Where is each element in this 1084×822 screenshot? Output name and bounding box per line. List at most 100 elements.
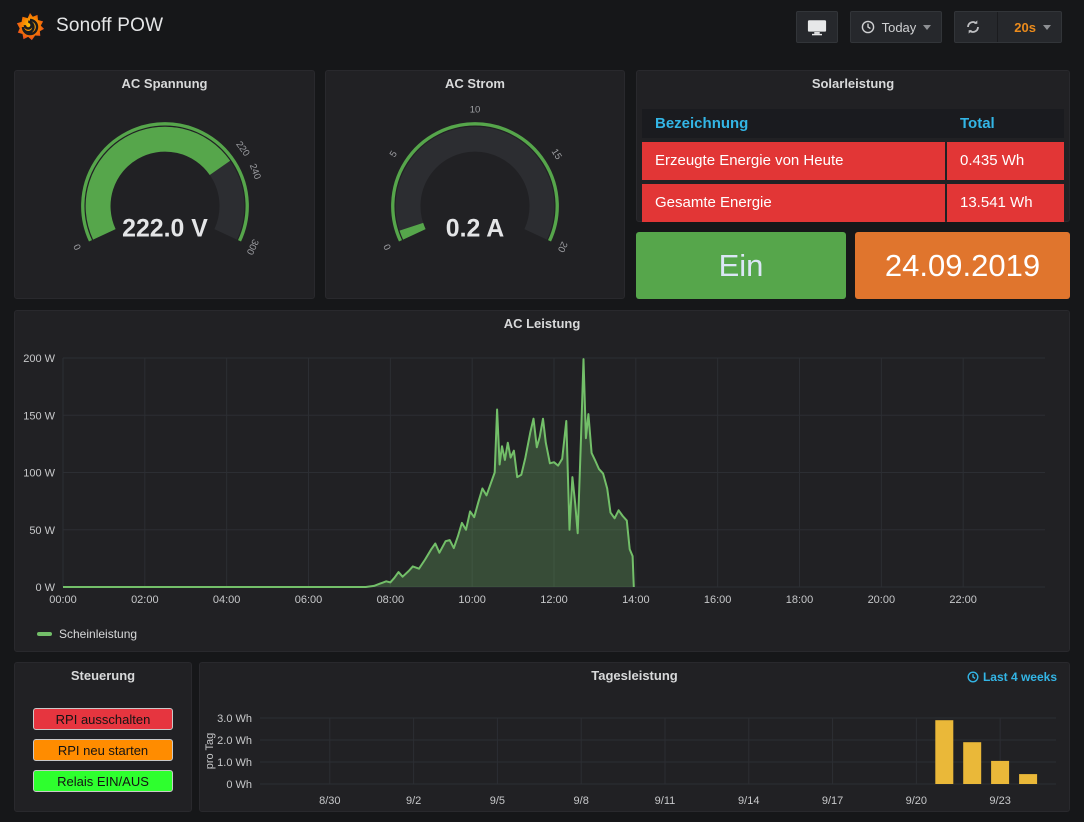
x-tick-label: 9/23 <box>989 795 1010 807</box>
header-controls: Today 20s <box>796 11 1062 43</box>
grafana-logo-icon[interactable] <box>15 12 45 42</box>
chevron-down-icon <box>923 25 931 30</box>
refresh-interval-dropdown[interactable]: 20s <box>1014 20 1051 35</box>
rpi-restart-button[interactable]: RPI neu starten <box>33 739 173 761</box>
y-tick-label: 200 W <box>23 353 55 365</box>
x-tick-label: 9/5 <box>490 795 505 807</box>
x-tick-label: 9/2 <box>406 795 421 807</box>
daily-bar-chart: 0 Wh 1.0 Wh 2.0 Wh 3.0 Wh 8/30 9/2 9/5 9/8 9/11 9… <box>200 691 1069 811</box>
date-stat: 24.09.2019 <box>855 232 1070 299</box>
x-tick-label: 10:00 <box>458 594 486 606</box>
panel-ac-leistung: AC Leistung 00:00 02:00 04:00 06:00 08:00 10:… <box>14 310 1070 652</box>
dashboard-title[interactable]: Sonoff POW <box>56 15 163 37</box>
solar-table: Bezeichnung Total Erzeugte Energie von H… <box>642 109 1064 222</box>
cell-label: Erzeugte Energie von Heute <box>642 142 945 180</box>
panel-title[interactable]: Solarleistung <box>637 71 1069 97</box>
x-tick-label: 22:00 <box>949 594 977 606</box>
voltage-gauge: 0 220 240 300 222.0 V <box>20 99 310 295</box>
gauge-tick-label: 300 <box>243 237 260 256</box>
date-value: 24.09.2019 <box>885 248 1040 284</box>
relay-state-stat: Ein <box>636 232 846 299</box>
clock-icon <box>967 671 979 683</box>
y-tick-label: 0 Wh <box>226 779 252 791</box>
bar <box>935 720 953 784</box>
bar <box>1019 774 1037 784</box>
x-tick-label: 16:00 <box>704 594 732 606</box>
column-header-bezeichnung[interactable]: Bezeichnung <box>642 109 947 138</box>
header-bar: Sonoff POW Today <box>0 0 1084 55</box>
steuerung-buttons: RPI ausschalten RPI neu starten Relais E… <box>15 689 191 792</box>
y-tick-label: 100 W <box>23 468 55 480</box>
gauge-value: 222.0 V <box>122 216 208 243</box>
table-row: Erzeugte Energie von Heute 0.435 Wh <box>642 142 1064 180</box>
y-tick-label: 50 W <box>29 525 55 537</box>
tv-mode-button[interactable] <box>796 11 838 43</box>
y-axis-label: pro Tag <box>204 733 216 770</box>
series-area <box>63 359 634 587</box>
x-tick-label: 8/30 <box>319 795 340 807</box>
x-tick-label: 9/17 <box>822 795 843 807</box>
gauge-value: 0.2 A <box>446 216 505 243</box>
y-tick-label: 1.0 Wh <box>217 757 252 769</box>
panel-steuerung: Steuerung RPI ausschalten RPI neu starte… <box>14 662 192 812</box>
x-tick-label: 08:00 <box>377 594 405 606</box>
column-header-total[interactable]: Total <box>947 109 1064 138</box>
x-tick-label: 20:00 <box>868 594 896 606</box>
table-header-row: Bezeichnung Total <box>642 109 1064 138</box>
monitor-icon <box>807 19 827 36</box>
refresh-button[interactable] <box>965 19 981 35</box>
time-range-link-label: Last 4 weeks <box>983 670 1057 684</box>
panel-title[interactable]: AC Spannung <box>15 71 314 97</box>
gauge-tick-label: 20 <box>555 240 569 254</box>
refresh-control: 20s <box>954 11 1062 43</box>
panel-ac-spannung: AC Spannung 0 220 240 300 222.0 V <box>14 70 315 299</box>
panel-title[interactable]: Tagesleistung <box>200 663 1069 689</box>
x-tick-label: 9/11 <box>655 795 676 807</box>
bar <box>963 742 981 784</box>
legend-color-dash <box>37 632 52 636</box>
y-tick-label: 3.0 Wh <box>217 713 252 725</box>
x-tick-label: 06:00 <box>295 594 323 606</box>
panel-ac-strom: AC Strom 051015200.2 A <box>325 70 625 299</box>
x-tick-label: 12:00 <box>540 594 568 606</box>
chevron-down-icon <box>1043 25 1051 30</box>
cell-value: 0.435 Wh <box>947 142 1064 180</box>
time-range-label: Today <box>882 20 917 35</box>
cell-value: 13.541 Wh <box>947 184 1064 222</box>
button-divider <box>997 12 998 42</box>
y-tick-label: 0 W <box>35 582 55 594</box>
x-tick-label: 00:00 <box>49 594 77 606</box>
gauge-tick-label: 10 <box>470 104 481 115</box>
refresh-icon <box>965 19 981 35</box>
y-tick-label: 150 W <box>23 410 55 422</box>
time-range-picker[interactable]: Today <box>850 11 943 43</box>
legend-label: Scheinleistung <box>59 627 137 641</box>
panel-solarleistung: Solarleistung Bezeichnung Total Erzeugte… <box>636 70 1070 222</box>
relay-toggle-button[interactable]: Relais EIN/AUS <box>33 770 173 792</box>
gauge-tick-label: 240 <box>246 162 262 181</box>
gauge-value-arc <box>411 227 414 235</box>
x-tick-label: 04:00 <box>213 594 241 606</box>
clock-icon <box>861 20 875 34</box>
x-tick-label: 14:00 <box>622 594 650 606</box>
cell-label: Gesamte Energie <box>642 184 945 222</box>
panel-title[interactable]: Steuerung <box>15 663 191 689</box>
relay-state-value: Ein <box>719 248 764 284</box>
current-gauge: 051015200.2 A <box>330 99 620 295</box>
panel-title[interactable]: AC Strom <box>326 71 624 97</box>
x-tick-label: 9/8 <box>574 795 589 807</box>
legend-item-scheinleistung[interactable]: Scheinleistung <box>37 627 137 641</box>
gauge-tick-label: 15 <box>549 147 564 162</box>
gauge-tick-label: 0 <box>382 242 394 251</box>
y-tick-label: 2.0 Wh <box>217 735 252 747</box>
power-time-series: 00:00 02:00 04:00 06:00 08:00 10:00 12:00 14:00… <box>15 337 1069 615</box>
rpi-shutdown-button[interactable]: RPI ausschalten <box>33 708 173 730</box>
gauge-tick-label: 0 <box>71 242 83 251</box>
x-tick-label: 02:00 <box>131 594 159 606</box>
panel-title[interactable]: AC Leistung <box>15 311 1069 337</box>
dashboard: Sonoff POW Today <box>0 0 1084 822</box>
gauge-tick-label: 220 <box>233 139 251 158</box>
table-row: Gesamte Energie 13.541 Wh <box>642 184 1064 222</box>
time-range-link[interactable]: Last 4 weeks <box>967 670 1057 684</box>
x-tick-label: 18:00 <box>786 594 814 606</box>
